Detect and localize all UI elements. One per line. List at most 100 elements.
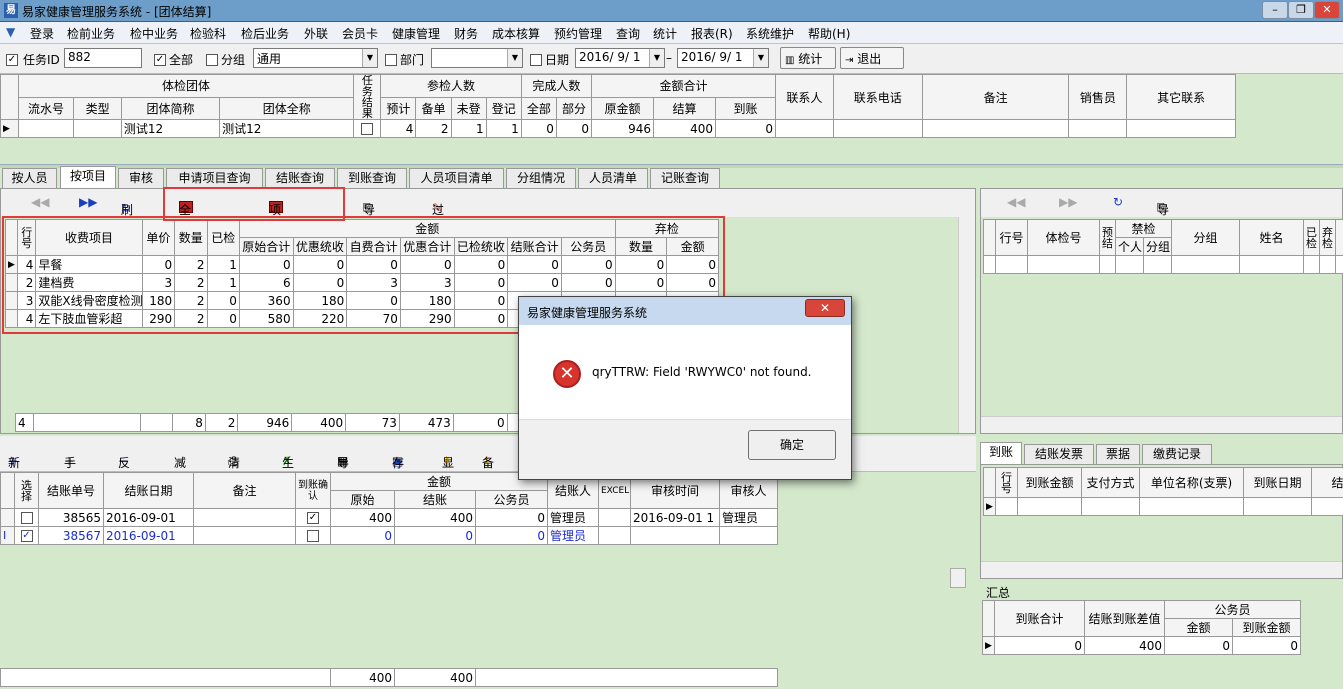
confirm-checkbox[interactable] [307, 530, 319, 542]
audit-time-cell[interactable]: 2016-09-01 1 [630, 508, 720, 527]
item-vertical-scrollbar[interactable] [958, 217, 975, 433]
task-result-checkbox[interactable] [361, 123, 374, 135]
cell[interactable] [1027, 255, 1100, 274]
tab-arrival[interactable]: 到账 [980, 442, 1022, 464]
orig-cell[interactable]: 400 [330, 508, 395, 527]
type-cell[interactable] [73, 119, 122, 138]
confirm-cell[interactable]: ✓ [295, 508, 331, 527]
next-arrow-icon[interactable]: ▶▶ [1059, 195, 1077, 209]
cell[interactable] [1081, 497, 1140, 516]
civil-cell[interactable]: 0 [475, 526, 548, 545]
cell[interactable] [995, 255, 1028, 274]
settled-cell[interactable]: 0 [394, 526, 476, 545]
settle-date-cell[interactable]: 2016-09-01 [103, 508, 194, 527]
settled-cell[interactable]: 400 [653, 119, 717, 138]
orig-cell[interactable]: 0 [330, 526, 395, 545]
cell[interactable] [1303, 255, 1321, 274]
menu-post-exam[interactable]: 检后业务 [241, 25, 289, 42]
completed-part-cell[interactable]: 0 [555, 119, 593, 138]
auditor-cell[interactable]: 管理员 [719, 508, 778, 527]
other-contact-cell[interactable] [1126, 119, 1236, 138]
task-result-cell[interactable] [353, 119, 382, 138]
menu-login[interactable]: 登录 [30, 25, 54, 42]
registered-cell[interactable]: 2 [415, 119, 452, 138]
menu-cost[interactable]: 成本核算 [492, 25, 540, 42]
date-checkbox[interactable] [530, 53, 542, 66]
cell[interactable] [1142, 255, 1173, 274]
tab-receipt[interactable]: 票据 [1096, 444, 1140, 464]
settle-scrollbar-thumb[interactable] [950, 568, 966, 588]
select-checkbox[interactable] [20, 512, 33, 524]
menu-sysmaint[interactable]: 系统维护 [746, 25, 794, 42]
settle-no-cell[interactable]: 38565 [38, 508, 104, 527]
cell[interactable] [1311, 497, 1343, 516]
sales-cell[interactable] [1068, 119, 1128, 138]
table-row[interactable]: 38565 2016-09-01 ✓ 400 400 0 管理员 2016-09… [0, 508, 778, 527]
next-arrow-icon[interactable]: ▶▶ [79, 195, 97, 209]
exit-button[interactable]: ⇥ 退出 [840, 47, 904, 69]
menu-lab[interactable]: 检验科 [190, 25, 226, 42]
tab-account-query[interactable]: 记账查询 [650, 168, 720, 188]
orig-amount-cell[interactable]: 946 [591, 119, 655, 138]
table-row[interactable] [983, 255, 1343, 274]
remark-cell[interactable] [921, 119, 1070, 138]
cell[interactable] [1319, 255, 1337, 274]
menu-outreach[interactable]: 外联 [304, 25, 328, 42]
select-cell[interactable]: ✓ [14, 526, 39, 545]
table-row[interactable]: ▶ [983, 497, 1343, 516]
table-row[interactable]: ▶ 测试12 测试12 4 2 1 1 0 0 946 400 0 [0, 119, 1236, 138]
tab-settle-query[interactable]: 结账查询 [265, 168, 335, 188]
arrived-cell[interactable]: 0 [715, 119, 776, 138]
arrival-horizontal-scrollbar[interactable] [981, 561, 1342, 578]
phone-cell[interactable] [832, 119, 923, 138]
menu-query[interactable]: 查询 [616, 25, 640, 42]
table-row[interactable]: ▶ 0 400 0 0 [982, 636, 1302, 655]
contact-cell[interactable] [775, 119, 834, 138]
dept-checkbox[interactable] [385, 53, 397, 66]
menu-stats[interactable]: 统计 [653, 25, 677, 42]
dialog-close-button[interactable]: ✕ [805, 299, 845, 317]
remark-cell[interactable] [193, 526, 296, 545]
settler-cell[interactable]: 管理员 [547, 508, 599, 527]
excel-cell[interactable] [598, 526, 631, 545]
settler-cell[interactable]: 管理员 [547, 526, 599, 545]
tab-settle-invoice[interactable]: 结账发票 [1024, 444, 1094, 464]
refresh-icon[interactable]: ↻ [1113, 195, 1123, 209]
tab-payment-record[interactable]: 缴费记录 [1142, 444, 1212, 464]
all-checkbox[interactable]: ✓ [154, 53, 166, 66]
tab-by-item[interactable]: 按项目 [60, 166, 116, 188]
tab-person-list[interactable]: 人员清单 [578, 168, 648, 188]
tab-by-person[interactable]: 按人员 [2, 168, 57, 188]
cell[interactable] [1099, 255, 1116, 274]
short-name-cell[interactable]: 测试12 [120, 119, 221, 138]
prev-arrow-icon[interactable]: ◀◀ [31, 195, 49, 209]
ok-button[interactable]: 确定 [748, 430, 836, 460]
not-registered-cell[interactable]: 1 [450, 119, 487, 138]
estimate-cell[interactable]: 4 [380, 119, 417, 138]
audit-time-cell[interactable] [630, 526, 720, 545]
cell[interactable] [1239, 255, 1305, 274]
cell[interactable] [1171, 255, 1241, 274]
select-cell[interactable] [14, 508, 39, 527]
cell[interactable] [1115, 255, 1144, 274]
tab-person-item-list[interactable]: 人员项目清单 [409, 168, 504, 188]
excel-cell[interactable] [598, 508, 631, 527]
close-window-button[interactable]: ✕ [1314, 1, 1340, 19]
settle-date-cell[interactable]: 2016-09-01 [103, 526, 194, 545]
restore-button[interactable]: ❐ [1288, 1, 1314, 19]
remark-cell[interactable] [193, 508, 296, 527]
person-horizontal-scrollbar[interactable] [981, 416, 1342, 433]
menu-finance[interactable]: 财务 [454, 25, 478, 42]
serial-cell[interactable] [17, 119, 75, 138]
full-name-cell[interactable]: 测试12 [219, 119, 355, 138]
group-select[interactable]: 通用 ▼ [253, 48, 378, 68]
dept-select[interactable]: ▼ [431, 48, 523, 68]
auditor-cell[interactable] [719, 526, 778, 545]
completed-all-cell[interactable]: 0 [520, 119, 557, 138]
task-id-input[interactable]: 882 [64, 48, 142, 68]
menu-health-mgmt[interactable]: 健康管理 [392, 25, 440, 42]
tab-apply-query[interactable]: 申请项目查询 [166, 168, 263, 188]
select-checkbox[interactable]: ✓ [20, 530, 33, 542]
reg-cell[interactable]: 1 [485, 119, 522, 138]
tab-arrival-query[interactable]: 到账查询 [337, 168, 407, 188]
